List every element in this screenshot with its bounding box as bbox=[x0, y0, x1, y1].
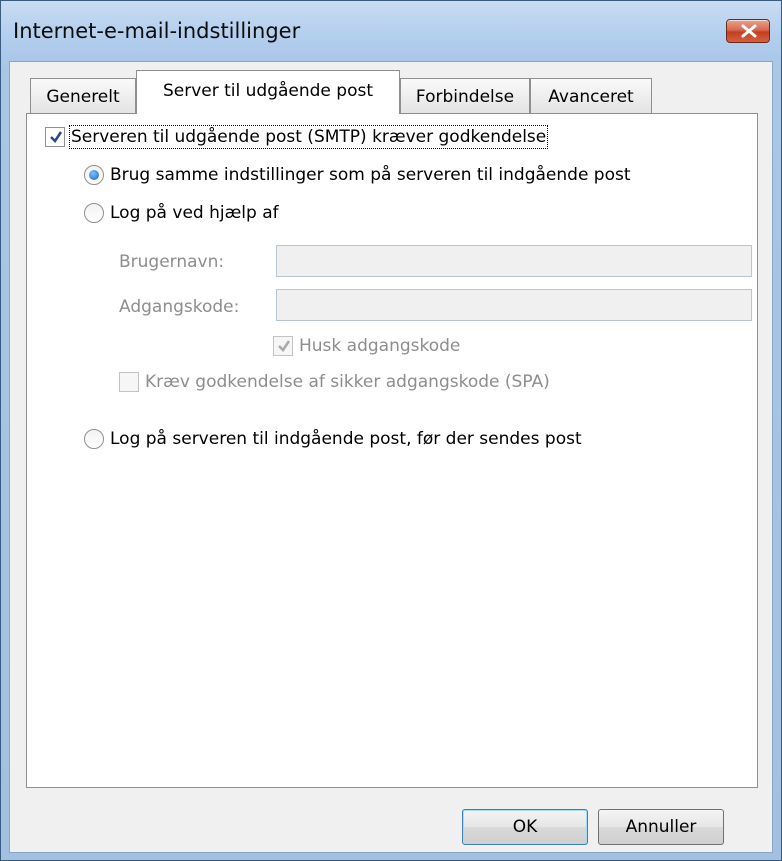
ok-button[interactable]: OK bbox=[462, 809, 588, 845]
tab-panel: Serveren til udgående post (SMTP) kræver… bbox=[26, 113, 758, 788]
title-bar[interactable]: Internet-e-mail-indstillinger bbox=[1, 1, 781, 61]
same-settings-radio[interactable] bbox=[84, 165, 104, 185]
same-settings-label: Brug samme indstillinger som på serveren… bbox=[110, 165, 631, 185]
require-spa-label: Kræv godkendelse af sikker adgangskode (… bbox=[145, 372, 550, 392]
remember-password-row[interactable]: Husk adgangskode bbox=[273, 336, 460, 356]
dialog-client-area: Generelt Server til udgående post Forbin… bbox=[9, 61, 773, 853]
same-settings-option[interactable]: Brug samme indstillinger som på serveren… bbox=[84, 165, 631, 185]
log-on-incoming-first-label: Log på serveren til indgående post, før … bbox=[110, 429, 582, 449]
checkmark-icon bbox=[278, 340, 291, 352]
password-label: Adgangskode: bbox=[119, 297, 240, 317]
username-label: Brugernavn: bbox=[119, 252, 225, 272]
username-field[interactable] bbox=[276, 245, 752, 277]
require-spa-row[interactable]: Kræv godkendelse af sikker adgangskode (… bbox=[119, 372, 550, 392]
smtp-auth-label: Serveren til udgående post (SMTP) kræver… bbox=[68, 125, 549, 149]
log-on-incoming-first-radio[interactable] bbox=[84, 429, 104, 449]
log-on-using-option[interactable]: Log på ved hjælp af bbox=[84, 203, 279, 223]
log-on-using-label: Log på ved hjælp af bbox=[110, 203, 279, 223]
smtp-auth-row[interactable]: Serveren til udgående post (SMTP) kræver… bbox=[45, 125, 549, 149]
log-on-incoming-first-option[interactable]: Log på serveren til indgående post, før … bbox=[84, 429, 582, 449]
remember-password-checkbox[interactable] bbox=[273, 336, 293, 356]
require-spa-checkbox[interactable] bbox=[119, 372, 139, 392]
log-on-using-radio[interactable] bbox=[84, 203, 104, 223]
window-title: Internet-e-mail-indstillinger bbox=[13, 19, 301, 43]
dialog-window: Internet-e-mail-indstillinger Generelt S… bbox=[0, 0, 782, 861]
tab-forbindelse[interactable]: Forbindelse bbox=[400, 78, 530, 113]
cancel-button[interactable]: Annuller bbox=[598, 809, 724, 845]
tab-avanceret[interactable]: Avanceret bbox=[530, 78, 652, 113]
remember-password-label: Husk adgangskode bbox=[299, 336, 461, 356]
tab-generelt[interactable]: Generelt bbox=[30, 78, 136, 113]
checkmark-icon bbox=[50, 131, 63, 143]
close-button[interactable] bbox=[726, 19, 770, 43]
close-icon bbox=[741, 24, 757, 38]
tab-server-til-udgaaende-post[interactable]: Server til udgående post bbox=[136, 70, 400, 114]
smtp-auth-checkbox[interactable] bbox=[45, 127, 65, 147]
password-field[interactable] bbox=[276, 289, 752, 321]
